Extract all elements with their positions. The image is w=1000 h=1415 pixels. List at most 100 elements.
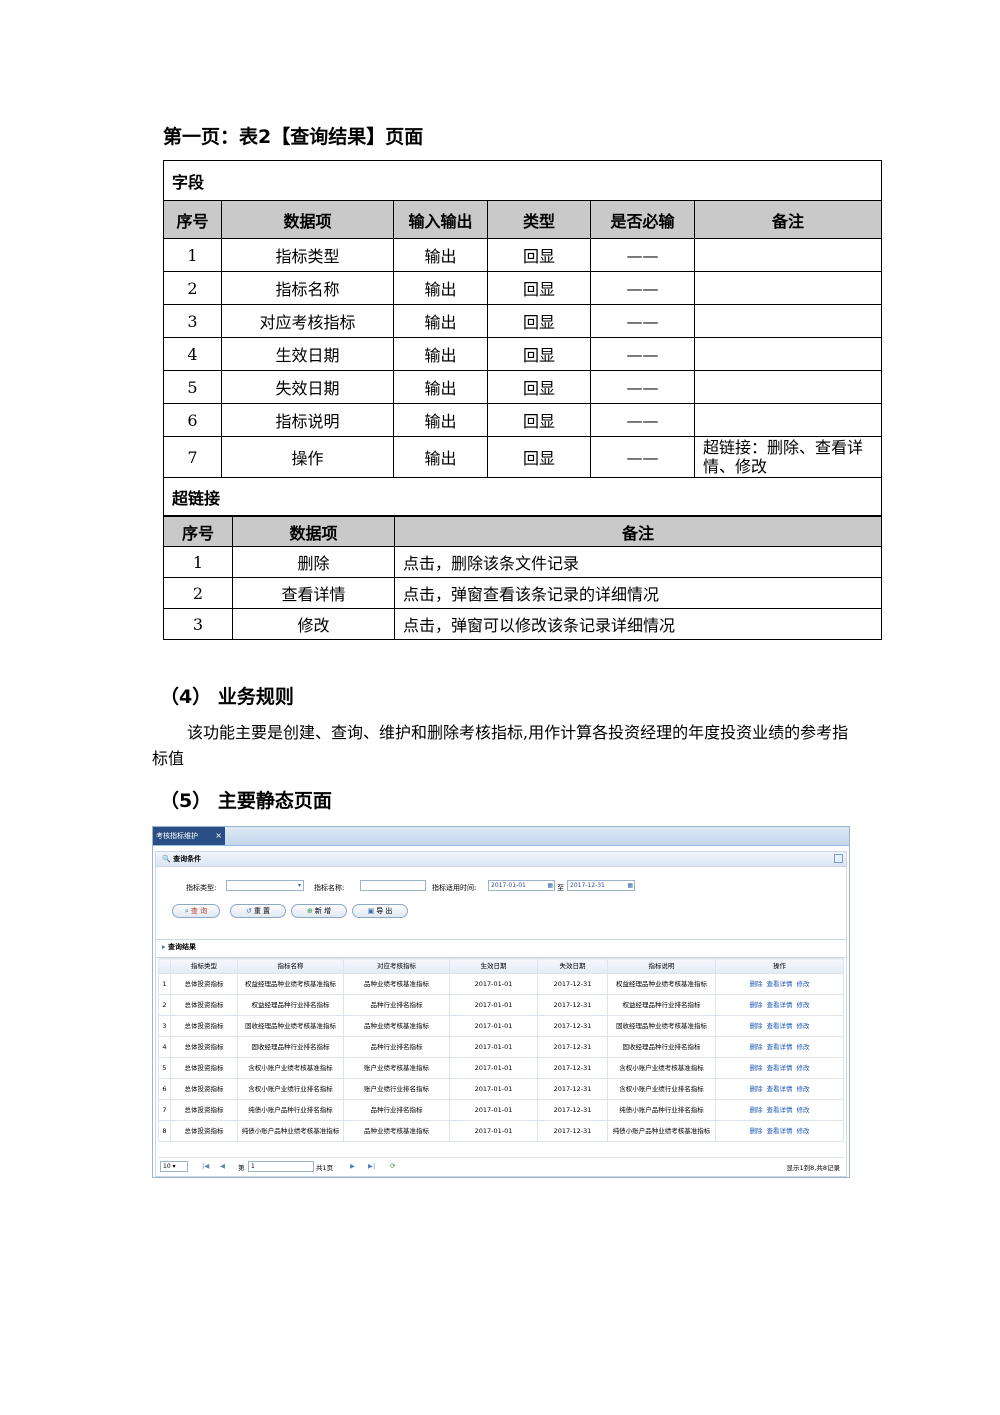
view-detail-link[interactable]: 查看详情 [767,1001,793,1009]
collapse-icon[interactable] [834,854,843,863]
view-detail-link[interactable]: 查看详情 [767,980,793,988]
last-page-icon[interactable]: ▶| [368,1162,375,1170]
reset-button[interactable]: ↺ 重 置 [230,904,286,918]
grid-cell-desc: 权益经理品种业绩考核基准指标 [607,973,716,995]
field-cell-note [694,403,882,437]
grid-row: 5 总体投资指标 含权小账户业绩考核基准指标 账户业绩考核基准指标 2017-01-01… [158,1057,844,1079]
link-row: 3 修改 点击，弹窗可以修改该条记录详细情况 [163,608,882,640]
edit-link[interactable]: 修改 [797,1064,810,1072]
edit-link[interactable]: 修改 [797,1106,810,1114]
grid-cell-end: 2017-12-31 [537,1078,608,1100]
delete-link[interactable]: 删除 [750,1127,763,1135]
grid-cell-desc: 纯债小账户品种行业排名指标 [607,1099,716,1121]
name-input[interactable] [360,880,426,891]
grid-cell-type: 总体投资指标 [170,1036,238,1058]
grid-cell-target: 品种行业排名指标 [343,994,450,1016]
field-table: 字段 序号 数据项 输入输出 类型 是否必输 备注 1 指标类型 输出 回显 —— 2 指标名称 输出… [163,160,882,516]
delete-link[interactable]: 删除 [750,1001,763,1009]
result-grid: 指标类型 指标名称 对应考核指标 生效日期 失效日期 指标说明 操作 1 总体投资指标 权益… [158,958,844,1142]
grid-cell-actions: 删除 查看详情 修改 [715,973,844,995]
view-detail-link[interactable]: 查看详情 [767,1106,793,1114]
field-cell-type: 回显 [487,271,591,305]
field-cell-note [694,238,882,272]
query-panel-title: 查询条件 [173,855,202,863]
grid-cell-name: 含权小账户业绩行业排名指标 [237,1078,344,1100]
period-label: 指标适用时间: [432,884,477,892]
grid-cell-name: 纯债小账户品种业绩考核基准指标 [237,1120,344,1142]
view-detail-link[interactable]: 查看详情 [767,1022,793,1030]
page-number-input[interactable]: 1 [248,1161,314,1172]
edit-link[interactable]: 修改 [797,1043,810,1051]
grid-cell-start: 2017-01-01 [449,1057,538,1079]
field-row: 2 指标名称 输出 回显 —— [163,271,882,305]
first-page-icon[interactable]: |◀ [202,1162,209,1170]
field-cell-type: 回显 [487,304,591,338]
section-title: 第一页：表2【查询结果】页面 [163,126,424,148]
grid-cell-name: 权益经理品种行业排名指标 [237,994,344,1016]
field-cell-required: —— [590,238,695,272]
export-button[interactable]: ▣ 导 出 [352,904,408,918]
grid-cell-start: 2017-01-01 [449,1015,538,1037]
grid-cell-actions: 删除 查看详情 修改 [715,1120,844,1142]
grid-cell-no: 4 [158,1036,171,1058]
grid-cell-target: 品种行业排名指标 [343,1036,450,1058]
link-table-header: 序号 数据项 备注 [163,516,882,547]
page-size-select[interactable]: 10 ▾ [160,1161,188,1172]
grid-cell-end: 2017-12-31 [537,994,608,1016]
delete-link[interactable]: 删除 [750,1022,763,1030]
query-button[interactable]: ⌕ 查 询 [172,904,220,918]
view-detail-link[interactable]: 查看详情 [767,1127,793,1135]
delete-link[interactable]: 删除 [750,1064,763,1072]
tab-label: 考核指标维护 [156,832,198,840]
date-from-input[interactable]: 2017-01-01 ▦ [488,880,555,891]
edit-link[interactable]: 修改 [797,980,810,988]
field-row: 4 生效日期 输出 回显 —— [163,337,882,371]
grid-cell-actions: 删除 查看详情 修改 [715,1099,844,1121]
field-cell-type: 回显 [487,436,591,478]
field-cell-io: 输出 [393,238,488,272]
type-select[interactable]: ▾ [226,880,304,891]
grid-row: 1 总体投资指标 权益经理品种业绩考核基准指标 品种业绩考核基准指标 2017-01-0… [158,973,844,995]
prev-page-icon[interactable]: ◀ [220,1162,225,1170]
next-page-icon[interactable]: ▶ [350,1162,355,1170]
grid-row: 2 总体投资指标 权益经理品种行业排名指标 品种行业排名指标 2017-01-01 201… [158,994,844,1016]
delete-link[interactable]: 删除 [750,1106,763,1114]
delete-link[interactable]: 删除 [750,1043,763,1051]
field-cell-no: 3 [163,304,222,338]
view-detail-link[interactable]: 查看详情 [767,1085,793,1093]
grid-cell-target: 品种行业排名指标 [343,1099,450,1121]
delete-link[interactable]: 删除 [750,980,763,988]
delete-link[interactable]: 删除 [750,1085,763,1093]
link-cell-note: 点击，删除该条文件记录 [394,546,882,578]
field-cell-required: —— [590,370,695,404]
date-to-input[interactable]: 2017-12-31 ▦ [567,880,635,891]
grid-cell-start: 2017-01-01 [449,994,538,1016]
tab-indicator-maintenance[interactable]: 考核指标维护 × [153,827,225,845]
grid-row: 7 总体投资指标 纯债小账户品种行业排名指标 品种行业排名指标 2017-01-01 20… [158,1099,844,1121]
field-table-header: 序号 数据项 输入输出 类型 是否必输 备注 [163,200,882,239]
edit-link[interactable]: 修改 [797,1127,810,1135]
result-panel: ▸ 查询结果 指标类型 指标名称 对应考核指标 生效日期 失效日期 指标说明 操作 1总… [155,939,847,1177]
field-cell-item: 生效日期 [221,337,394,371]
field-cell-no: 6 [163,403,222,437]
link-cell-item: 删除 [232,546,395,578]
refresh-icon[interactable]: ⟳ [390,1162,395,1170]
edit-link[interactable]: 修改 [797,1022,810,1030]
edit-link[interactable]: 修改 [797,1001,810,1009]
close-icon[interactable]: × [215,827,222,845]
field-cell-item: 指标类型 [221,238,394,272]
view-detail-link[interactable]: 查看详情 [767,1064,793,1072]
add-button[interactable]: ⊕ 新 增 [291,904,347,918]
chevron-down-icon: ▾ [297,882,301,889]
field-cell-io: 输出 [393,337,488,371]
link-cell-note: 点击，弹窗可以修改该条记录详细情况 [394,608,882,640]
name-label: 指标名称: [314,884,345,892]
grid-row: 8 总体投资指标 纯债小账户品种业绩考核基准指标 品种业绩考核基准指标 2017-01-… [158,1120,844,1142]
edit-link[interactable]: 修改 [797,1085,810,1093]
field-cell-note [694,304,882,338]
grid-cell-actions: 删除 查看详情 修改 [715,994,844,1016]
link-row: 2 查看详情 点击，弹窗查看该条记录的详细情况 [163,577,882,609]
view-detail-link[interactable]: 查看详情 [767,1043,793,1051]
field-cell-no: 5 [163,370,222,404]
grid-cell-end: 2017-12-31 [537,1120,608,1142]
